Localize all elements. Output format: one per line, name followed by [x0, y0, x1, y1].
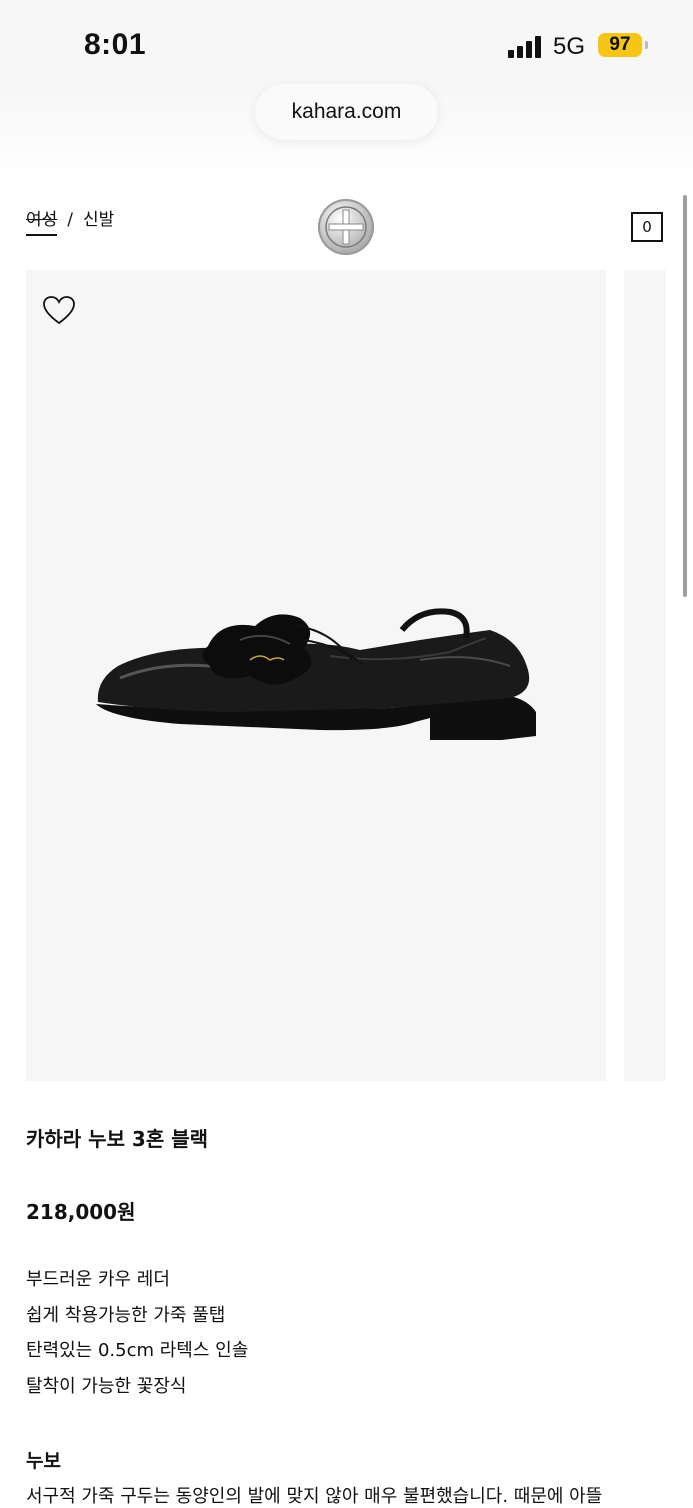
breadcrumb-women[interactable]: 여성 — [26, 205, 58, 236]
feature-item: 탄력있는 0.5cm 라텍스 인솔 — [26, 1340, 249, 1361]
cart-button[interactable]: 0 — [631, 212, 663, 242]
kahara-emblem-icon[interactable] — [318, 199, 374, 255]
feature-item: 쉽게 착용가능한 가죽 풀탭 — [26, 1304, 226, 1326]
status-time: 8:01 — [84, 28, 147, 61]
battery-level: 97 — [598, 33, 642, 57]
breadcrumb: 여성 / 신발 — [26, 205, 114, 236]
logo-cross-icon — [325, 206, 367, 248]
signal-bars-icon — [508, 36, 544, 58]
breadcrumb-separator: / — [67, 210, 74, 230]
feature-item: 탈착이 가능한 꽃장식 — [26, 1375, 187, 1397]
product-name: 카하라 누보 3혼 블랙 — [26, 1127, 209, 1151]
battery-icon — [645, 41, 648, 49]
heart-outline-icon[interactable] — [42, 295, 76, 325]
page-scrollbar[interactable] — [683, 195, 687, 597]
section-body: 서구적 가죽 구두는 동양인의 발에 맞지 않아 매우 불편했습니다. 때문에 … — [26, 1486, 603, 1507]
shoe-photo — [96, 608, 536, 740]
product-price: 218,000원 — [26, 1200, 136, 1224]
status-bar: 8:01 5G 97 — [0, 0, 693, 90]
breadcrumb-shoes[interactable]: 신발 — [83, 210, 114, 230]
section-title: 누보 — [26, 1450, 61, 1472]
url-bar[interactable]: kahara.com — [255, 84, 438, 140]
product-features: 부드러운 카우 레더 쉽게 착용가능한 가죽 풀탭 탄력있는 0.5cm 라텍스… — [26, 1266, 248, 1408]
network-type: 5G — [553, 33, 586, 60]
next-product-image[interactable] — [624, 270, 666, 1081]
feature-item: 부드러운 카우 레더 — [26, 1269, 170, 1290]
